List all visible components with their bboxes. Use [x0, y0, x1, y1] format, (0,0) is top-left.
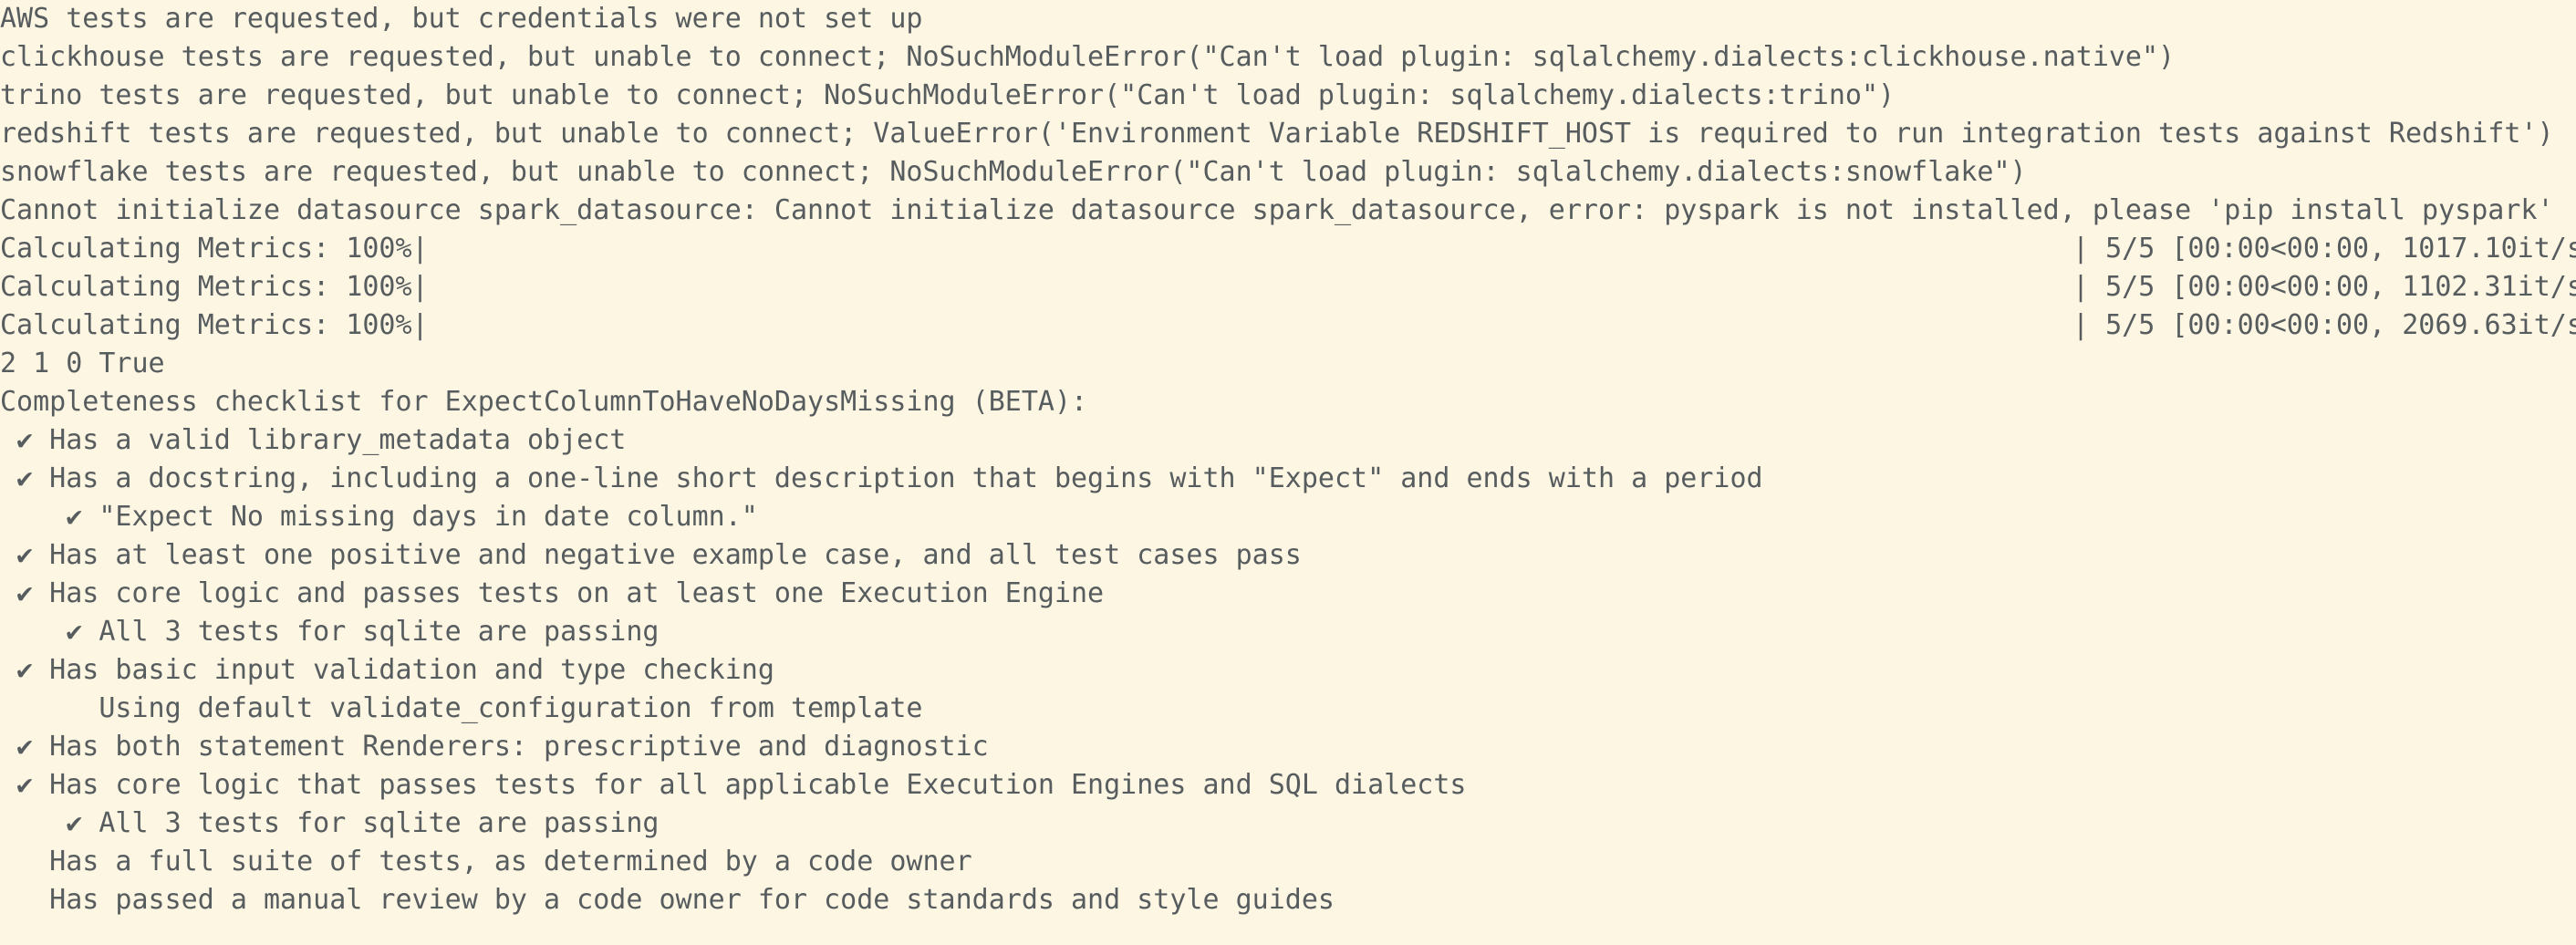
checklist-subitem: ✔ All 3 tests for sqlite are passing [0, 616, 660, 648]
log-line: trino tests are requested, but unable to… [0, 79, 1896, 111]
checklist-title: Completeness checklist for ExpectColumnT… [0, 386, 1088, 418]
output-line: 2 1 0 True [0, 348, 165, 379]
checklist-item: ✔ Has a valid library_metadata object [0, 424, 627, 456]
progress-stats: | 5/5 [00:00<00:00, 2069.63it/s [2072, 309, 2576, 341]
checklist-subitem: Using default validate_configuration fro… [0, 692, 923, 724]
terminal-output: AWS tests are requested, but credentials… [0, 0, 2576, 945]
progress-line: Calculating Metrics: 100%| | 5/5 [00:00<… [0, 230, 2576, 268]
log-line: redshift tests are requested, but unable… [0, 118, 2554, 150]
checklist-item: ✔ Has core logic that passes tests for a… [0, 769, 1467, 801]
checklist-subitem: ✔ "Expect No missing days in date column… [0, 501, 758, 533]
progress-stats: | 5/5 [00:00<00:00, 1102.31it/s [2072, 271, 2576, 303]
checklist-item: Has a full suite of tests, as determined… [0, 846, 972, 878]
checklist-item: ✔ Has core logic and passes tests on at … [0, 577, 1105, 609]
progress-bar [425, 268, 2071, 306]
checklist-item: ✔ Has at least one positive and negative… [0, 539, 1302, 571]
progress-line: Calculating Metrics: 100%| | 5/5 [00:00<… [0, 268, 2576, 306]
progress-label: Calculating Metrics: 100%| [0, 271, 429, 303]
progress-bar [425, 230, 2071, 268]
log-line: snowflake tests are requested, but unabl… [0, 156, 2027, 188]
progress-stats: | 5/5 [00:00<00:00, 1017.10it/s [2072, 233, 2576, 265]
progress-bar [425, 306, 2071, 345]
checklist-item: Has passed a manual review by a code own… [0, 884, 1335, 916]
log-line: clickhouse tests are requested, but unab… [0, 41, 2176, 73]
progress-line: Calculating Metrics: 100%| | 5/5 [00:00<… [0, 306, 2576, 345]
progress-label: Calculating Metrics: 100%| [0, 233, 429, 265]
log-line: Cannot initialize datasource spark_datas… [0, 194, 2554, 226]
checklist-item: ✔ Has basic input validation and type ch… [0, 654, 774, 686]
checklist-item: ✔ Has a docstring, including a one-line … [0, 462, 1763, 494]
checklist-item: ✔ Has both statement Renderers: prescrip… [0, 731, 989, 763]
log-line: AWS tests are requested, but credentials… [0, 3, 923, 35]
progress-label: Calculating Metrics: 100%| [0, 309, 429, 341]
checklist-subitem: ✔ All 3 tests for sqlite are passing [0, 807, 660, 839]
